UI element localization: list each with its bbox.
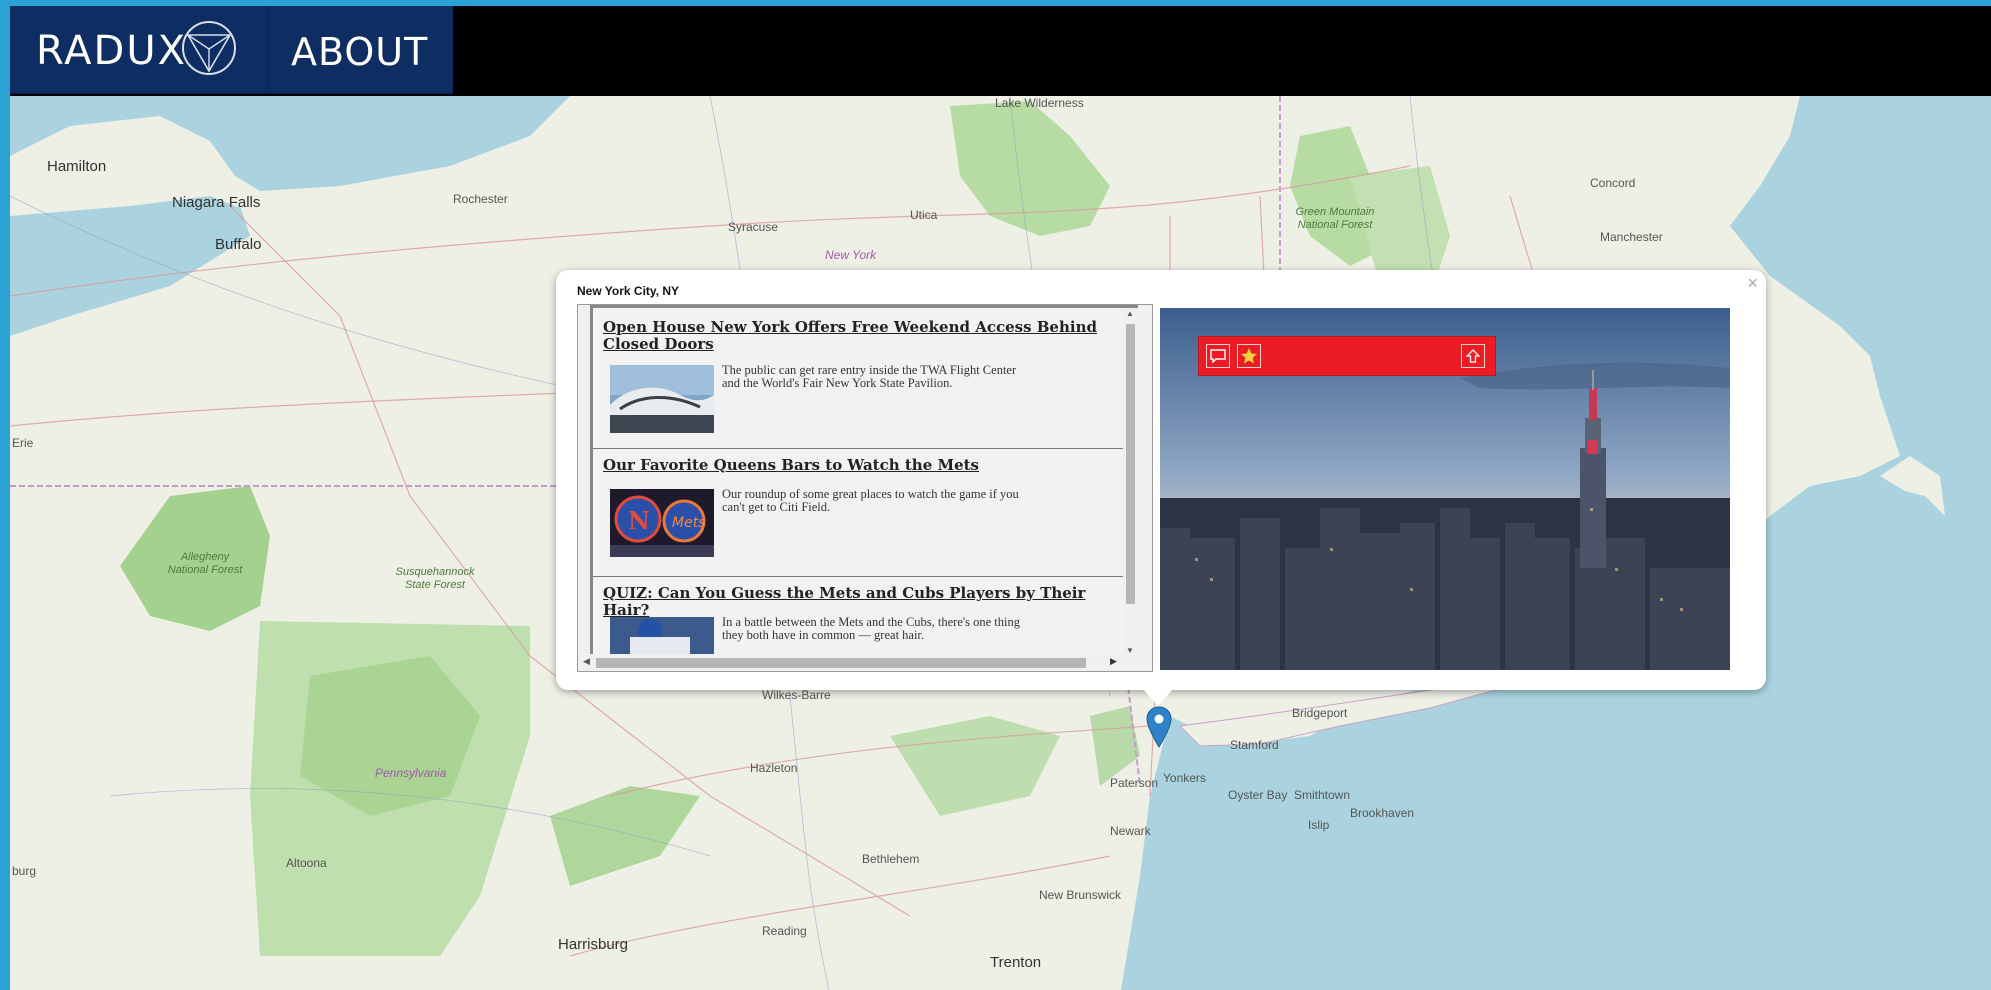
map-label-newark: Newark — [1110, 824, 1151, 838]
news-thumbnail[interactable] — [610, 365, 714, 433]
map-label-altoona: Altoona — [286, 856, 327, 870]
map-label-bridgeport: Bridgeport — [1292, 706, 1348, 720]
svg-text:Mets: Mets — [672, 515, 705, 531]
map-label-wilkes-barre: Wilkes-Barre — [762, 688, 831, 702]
nav-about-link[interactable]: ABOUT — [291, 30, 428, 74]
top-navigation-bar: RADUX ABOUT — [10, 6, 1991, 96]
news-thumbnail[interactable]: N Mets — [610, 489, 714, 557]
city-photo — [1160, 308, 1730, 670]
share-up-arrow-icon[interactable] — [1461, 344, 1485, 368]
news-list-horizontal-scrollbar[interactable]: ◀ ▶ — [578, 654, 1152, 671]
map-label-stamford: Stamford — [1230, 738, 1279, 752]
popup-pointer — [1144, 690, 1172, 706]
scroll-left-arrow-icon[interactable]: ◀ — [583, 656, 590, 667]
map-label-newyork: New York — [825, 248, 877, 262]
map-label-bethlehem: Bethlehem — [862, 852, 920, 866]
map-label-erie: Erie — [12, 436, 34, 450]
map-label-reading: Reading — [762, 924, 807, 938]
brand-divider — [268, 6, 269, 92]
map-label-niagara: Niagara Falls — [172, 194, 261, 211]
photo-action-toolbar — [1198, 336, 1496, 376]
map-label-burg: burg — [12, 864, 37, 878]
map-label-syracuse: Syracuse — [728, 220, 779, 234]
popup-title: New York City, NY — [577, 284, 680, 298]
scroll-right-arrow-icon[interactable]: ▶ — [1110, 656, 1117, 667]
map-label-green-mountain: Green Mountain National Forest — [1295, 206, 1375, 231]
map-label-lake-wilderness: Lake Wilderness — [995, 96, 1084, 110]
map-label-paterson: Paterson — [1110, 776, 1159, 790]
news-list-content: Open House New York Offers Free Weekend … — [590, 305, 1138, 657]
map-label-smithtown: Smithtown — [1294, 788, 1351, 802]
map-label-hamilton: Hamilton — [47, 158, 107, 175]
map-pin-icon[interactable] — [1146, 706, 1172, 748]
map-label-susquehannock: Susquehannock State Forest — [395, 566, 475, 591]
scroll-up-arrow-icon[interactable]: ▲ — [1126, 309, 1134, 318]
map-label-oyster-bay: Oyster Bay — [1228, 788, 1288, 802]
news-item: Our Favorite Queens Bars to Watch the Me… — [593, 448, 1133, 577]
news-summary: In a battle between the Mets and the Cub… — [722, 615, 1021, 642]
map-label-harrisburg: Harrisburg — [558, 936, 629, 953]
star-icon[interactable] — [1237, 344, 1261, 368]
map-label-islip: Islip — [1308, 818, 1330, 832]
news-item: Open House New York Offers Free Weekend … — [593, 308, 1133, 449]
map-label-concord: Concord — [1590, 176, 1636, 190]
app-frame: Hamilton Niagara Falls Buffalo Rochester… — [10, 6, 1991, 990]
comment-icon[interactable] — [1206, 344, 1230, 368]
horizontal-scrollbar-thumb[interactable] — [596, 658, 1086, 668]
brand-name[interactable]: RADUX — [36, 28, 187, 74]
map-label-buffalo: Buffalo — [215, 236, 262, 253]
map-label-manchester: Manchester — [1600, 230, 1663, 244]
brand-block: RADUX ABOUT — [10, 6, 453, 94]
map-label-rochester: Rochester — [453, 192, 508, 206]
news-list[interactable]: Open House New York Offers Free Weekend … — [577, 304, 1153, 672]
map-label-utica: Utica — [910, 208, 938, 222]
news-summary: The public can get rare entry inside the… — [722, 363, 1017, 390]
map-label-new-brunswick: New Brunswick — [1039, 888, 1122, 902]
map-label-yonkers: Yonkers — [1163, 771, 1206, 785]
vertical-scrollbar-thumb[interactable] — [1126, 324, 1135, 604]
location-popup: × New York City, NY Open House New York … — [556, 270, 1766, 690]
popup-close-button[interactable]: × — [1747, 274, 1758, 292]
news-summary: Our roundup of some great places to watc… — [722, 487, 1019, 514]
svg-text:N: N — [628, 506, 650, 535]
news-headline-link[interactable]: QUIZ: Can You Guess the Mets and Cubs Pl… — [603, 585, 1123, 619]
news-headline-link[interactable]: Open House New York Offers Free Weekend … — [603, 319, 1123, 353]
news-list-vertical-scrollbar[interactable]: ▲ ▼ — [1123, 308, 1138, 657]
news-thumbnail[interactable] — [610, 617, 714, 657]
news-headline-link[interactable]: Our Favorite Queens Bars to Watch the Me… — [603, 457, 1123, 474]
map-label-allegheny: Allegheny National Forest — [167, 551, 243, 576]
news-item: QUIZ: Can You Guess the Mets and Cubs Pl… — [593, 576, 1133, 657]
map-label-hazleton: Hazleton — [750, 761, 798, 775]
triangle-circle-logo-icon[interactable] — [180, 19, 238, 77]
map-label-pennsylvania: Pennsylvania — [375, 766, 447, 780]
map-label-brookhaven: Brookhaven — [1350, 806, 1415, 820]
map-label-trenton: Trenton — [990, 954, 1042, 971]
